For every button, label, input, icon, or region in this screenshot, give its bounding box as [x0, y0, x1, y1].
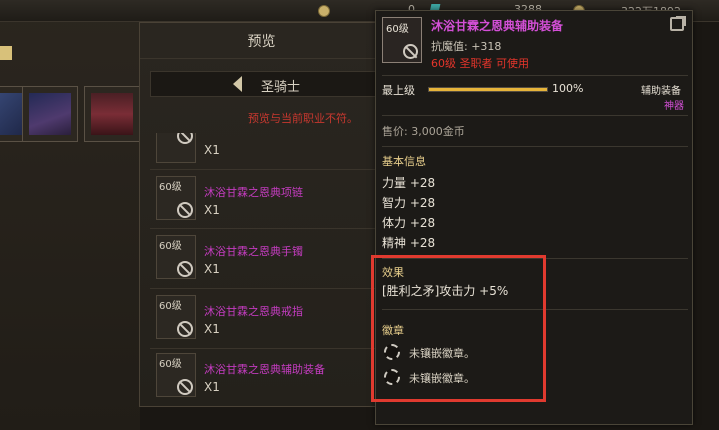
- class-selector[interactable]: 圣骑士: [150, 71, 380, 97]
- item-level: 60级: [159, 182, 182, 193]
- no-entry-icon: [177, 379, 193, 395]
- side-item-slot-3[interactable]: [84, 86, 140, 142]
- stat-line: 精神 +28: [382, 236, 436, 250]
- class-name: 圣骑士: [261, 80, 301, 95]
- item-name: 沐浴甘霖之恩典手镯: [204, 245, 303, 258]
- side-item-slot-2[interactable]: [22, 86, 78, 142]
- divider: [150, 228, 380, 229]
- no-entry-icon: [177, 321, 193, 337]
- item-qty: X1: [204, 322, 220, 336]
- c-coin-icon: [318, 5, 330, 17]
- stat-line: 力量 +28: [382, 176, 436, 190]
- no-entry-icon: [177, 261, 193, 277]
- preview-panel: 预览 圣骑士 预览与当前职业不符。 X1 60级 沐浴甘霖之恩典项链 X1 60…: [139, 22, 384, 407]
- item-qty: X1: [204, 262, 220, 276]
- list-item[interactable]: 60级 沐浴甘霖之恩典手镯 X1: [152, 235, 380, 291]
- chevron-left-icon[interactable]: [233, 76, 242, 92]
- no-entry-icon: [177, 202, 193, 218]
- tooltip-item-level: 60级: [386, 24, 409, 35]
- divider: [150, 169, 380, 170]
- tooltip-item-name: 沐浴甘霖之恩典辅助装备: [431, 19, 564, 33]
- no-entry-icon: [177, 133, 193, 144]
- tooltip-item-icon: 60级: [382, 17, 422, 63]
- progress-percent: 100%: [552, 82, 584, 95]
- list-item[interactable]: 60级 沐浴甘霖之恩典辅助装备 X1: [152, 353, 380, 409]
- divider: [382, 115, 688, 116]
- divider: [382, 146, 688, 147]
- list-item[interactable]: X1: [152, 133, 380, 163]
- item-icon: [91, 93, 133, 135]
- upgrade-progress-bar: [428, 87, 548, 92]
- stat-line: 体力 +28: [382, 216, 436, 230]
- item-grade: 神器: [664, 101, 684, 112]
- item-qty: X1: [204, 203, 220, 217]
- item-slot: [156, 133, 196, 163]
- divider: [382, 75, 688, 76]
- background-left-panel: [0, 0, 140, 430]
- tooltip-requirement: 60级 圣职者 可使用: [431, 57, 529, 70]
- basic-info-heading: 基本信息: [382, 155, 426, 168]
- divider: [150, 288, 380, 289]
- item-name: 沐浴甘霖之恩典戒指: [204, 305, 303, 318]
- progress-fill: [429, 88, 547, 91]
- tooltip-attribute: 抗魔值: +318: [431, 40, 502, 53]
- item-name: 沐浴甘霖之恩典辅助装备: [204, 363, 325, 376]
- item-name: 沐浴甘霖之恩典项链: [204, 186, 303, 199]
- item-level: 60级: [159, 241, 182, 252]
- list-item[interactable]: 60级 沐浴甘霖之恩典项链 X1: [152, 176, 380, 232]
- stat-line: 智力 +28: [382, 196, 436, 210]
- max-level-label: 最上级: [382, 84, 415, 97]
- highlight-box: [371, 255, 546, 402]
- item-qty: X1: [204, 380, 220, 394]
- side-accent: [0, 46, 12, 60]
- item-icon: [29, 93, 71, 135]
- item-slot: 60级: [156, 295, 196, 339]
- item-category: 辅助装备: [641, 86, 681, 97]
- item-qty: X1: [204, 143, 220, 157]
- item-level: 60级: [159, 359, 182, 370]
- item-level: 60级: [159, 301, 182, 312]
- preview-header: 预览: [140, 23, 383, 59]
- preview-title: 预览: [247, 34, 276, 50]
- sell-price: 售价: 3,000金币: [382, 125, 465, 138]
- item-slot: 60级: [156, 235, 196, 279]
- divider: [150, 348, 380, 349]
- no-entry-icon: [403, 44, 418, 59]
- list-item[interactable]: 60级 沐浴甘霖之恩典戒指 X1: [152, 295, 380, 351]
- class-mismatch-warning: 预览与当前职业不符。: [248, 112, 358, 125]
- item-slot: 60级: [156, 176, 196, 220]
- share-icon[interactable]: [670, 16, 686, 31]
- item-slot: 60级: [156, 353, 196, 397]
